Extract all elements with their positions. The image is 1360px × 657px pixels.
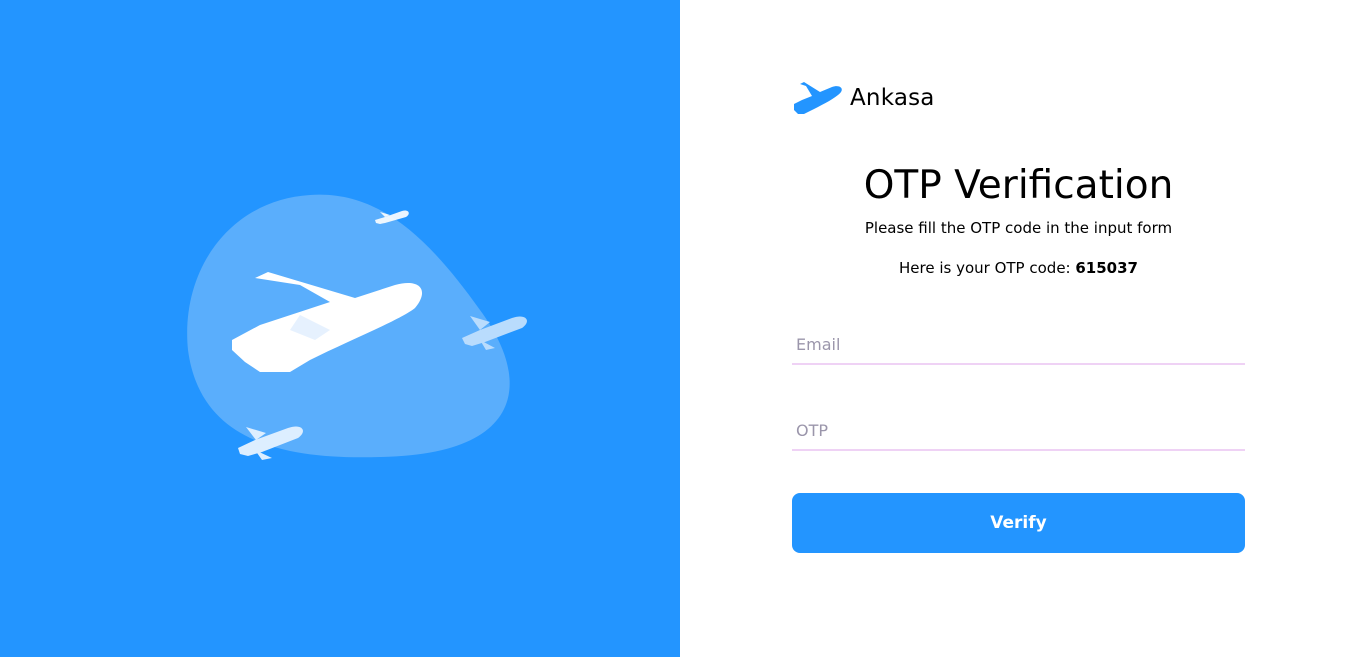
form-panel: Ankasa OTP Verification Please fill the … [680, 0, 1360, 657]
airplane-icon [794, 82, 842, 114]
brand-name: Ankasa [850, 85, 935, 111]
hero-panel [0, 0, 680, 657]
email-field[interactable] [792, 325, 1245, 365]
brand[interactable]: Ankasa [792, 78, 935, 118]
otp-code-line: Here is your OTP code: 615037 [792, 258, 1245, 278]
otp-verification-page: Ankasa OTP Verification Please fill the … [0, 0, 1360, 657]
airplanes-illustration [187, 194, 527, 460]
page-subtitle: Please fill the OTP code in the input fo… [864, 219, 1173, 237]
otp-code-prefix: Here is your OTP code: [899, 259, 1076, 277]
otp-code-value: 615037 [1075, 259, 1138, 277]
otp-field[interactable] [792, 411, 1245, 451]
page-title: OTP Verification [863, 163, 1174, 208]
verify-button[interactable]: Verify [792, 493, 1245, 553]
